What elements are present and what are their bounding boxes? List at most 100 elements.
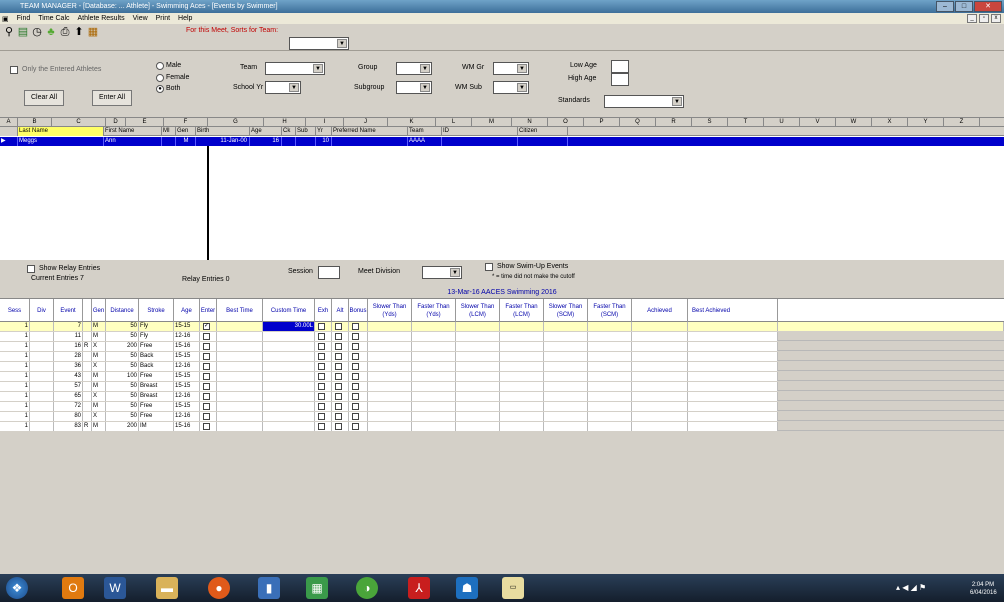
checkbox[interactable] — [335, 393, 342, 400]
cell-faster-scm[interactable] — [588, 352, 632, 361]
start-button-icon[interactable]: ❖ — [6, 577, 28, 599]
cell-gen[interactable]: M — [92, 422, 106, 431]
cell-stroke[interactable]: Breast — [139, 382, 174, 391]
cell-enter[interactable] — [200, 402, 217, 411]
cell-faster-yds[interactable] — [412, 342, 456, 351]
column-letter[interactable]: S — [692, 118, 728, 127]
cell-age[interactable]: 12-16 — [174, 332, 200, 341]
app-icon[interactable]: ▮ — [258, 577, 280, 599]
cell-best-time[interactable] — [217, 392, 263, 401]
cell-slower-scm[interactable] — [544, 322, 588, 331]
cell-slower-yds[interactable] — [368, 362, 412, 371]
header-enter[interactable]: Enter — [200, 299, 217, 322]
cell-best-achieved[interactable] — [688, 392, 778, 401]
cell-faster-yds[interactable] — [412, 322, 456, 331]
school-yr-select[interactable]: ▼ — [265, 81, 301, 94]
header-last-name[interactable]: Last Name — [18, 127, 104, 136]
cell-best-time[interactable] — [217, 372, 263, 381]
low-age-input[interactable] — [611, 60, 629, 73]
cell-faster-yds[interactable] — [412, 402, 456, 411]
cell-slower-scm[interactable] — [544, 392, 588, 401]
event-row[interactable]: 1 16 R X 200 Free 15-16 — [0, 342, 1004, 351]
cell-age[interactable]: 16 — [250, 137, 282, 146]
cell-sess[interactable]: 1 — [0, 412, 30, 421]
column-letter[interactable]: L — [436, 118, 472, 127]
cell-best-achieved[interactable] — [688, 382, 778, 391]
checkbox[interactable] — [318, 413, 325, 420]
high-age-input[interactable] — [611, 73, 629, 86]
cell-best-achieved[interactable] — [688, 322, 778, 331]
checkbox[interactable] — [203, 403, 210, 410]
cell-alt[interactable] — [332, 382, 349, 391]
checkbox[interactable] — [352, 403, 359, 410]
menu-find[interactable]: Find — [17, 15, 31, 22]
cell-slower-scm[interactable] — [544, 332, 588, 341]
cell-faster-scm[interactable] — [588, 362, 632, 371]
cell-team[interactable]: AAAA — [408, 137, 442, 146]
cell-alt[interactable] — [332, 412, 349, 421]
cell-slower-lcm[interactable] — [456, 332, 500, 341]
cell-div[interactable] — [30, 412, 54, 421]
up-arrow-icon[interactable]: ⬆ — [73, 26, 85, 38]
header-slower-yds[interactable]: Slower Than (Yds) — [368, 299, 412, 322]
checkbox[interactable] — [318, 423, 325, 430]
cell-slower-lcm[interactable] — [456, 342, 500, 351]
header-best-time[interactable]: Best Time — [217, 299, 263, 322]
cell-alt[interactable] — [332, 402, 349, 411]
cell-relay-flag[interactable] — [83, 382, 92, 391]
cell-slower-scm[interactable] — [544, 412, 588, 421]
cell-custom-time[interactable] — [263, 422, 315, 431]
cell-relay-flag[interactable] — [83, 322, 92, 331]
cell-faster-scm[interactable] — [588, 322, 632, 331]
checkbox[interactable] — [318, 323, 325, 330]
cell-bonus[interactable] — [349, 332, 368, 341]
subgroup-select[interactable]: ▼ — [396, 81, 432, 94]
cell-slower-yds[interactable] — [368, 372, 412, 381]
checkbox[interactable] — [318, 353, 325, 360]
cell-distance[interactable]: 50 — [106, 382, 139, 391]
cell-stroke[interactable]: Free — [139, 412, 174, 421]
cell-alt[interactable] — [332, 352, 349, 361]
cell-sess[interactable]: 1 — [0, 332, 30, 341]
cell-achieved[interactable] — [632, 392, 688, 401]
cell-gen[interactable]: M — [92, 322, 106, 331]
cell-age[interactable]: 15-15 — [174, 382, 200, 391]
checkbox[interactable] — [352, 333, 359, 340]
checkbox[interactable] — [352, 393, 359, 400]
cell-slower-scm[interactable] — [544, 422, 588, 431]
cell-faster-yds[interactable] — [412, 352, 456, 361]
team-manager-window-icon[interactable]: ▭ — [502, 577, 524, 599]
cell-sess[interactable]: 1 — [0, 392, 30, 401]
cell-distance[interactable]: 50 — [106, 352, 139, 361]
cell-faster-scm[interactable] — [588, 402, 632, 411]
cell-citizen[interactable] — [518, 137, 568, 146]
cell-slower-yds[interactable] — [368, 322, 412, 331]
cell-bonus[interactable] — [349, 392, 368, 401]
header-sub[interactable]: Sub — [296, 127, 316, 136]
cell-enter[interactable] — [200, 352, 217, 361]
cell-div[interactable] — [30, 402, 54, 411]
cell-relay-flag[interactable]: R — [83, 422, 92, 431]
cell-faster-scm[interactable] — [588, 422, 632, 431]
cell-alt[interactable] — [332, 422, 349, 431]
column-letter[interactable]: J — [344, 118, 388, 127]
cell-faster-lcm[interactable] — [500, 342, 544, 351]
cell-div[interactable] — [30, 372, 54, 381]
column-letter[interactable]: T — [728, 118, 764, 127]
column-letter[interactable]: G — [208, 118, 264, 127]
checkbox[interactable] — [335, 383, 342, 390]
cell-event[interactable]: 7 — [54, 322, 83, 331]
cell-achieved[interactable] — [632, 412, 688, 421]
cell-distance[interactable]: 50 — [106, 392, 139, 401]
cell-enter[interactable]: ✓ — [200, 322, 217, 331]
event-row[interactable]: 1 65 X 50 Breast 12-16 — [0, 392, 1004, 401]
checkbox[interactable] — [203, 413, 210, 420]
firefox-icon[interactable]: ● — [208, 577, 230, 599]
header-slower-scm[interactable]: Slower Than (SCM) — [544, 299, 588, 322]
checkbox[interactable] — [318, 333, 325, 340]
cell-age[interactable]: 12-16 — [174, 412, 200, 421]
cell-faster-yds[interactable] — [412, 422, 456, 431]
cell-stroke[interactable]: Fly — [139, 322, 174, 331]
cell-slower-yds[interactable] — [368, 422, 412, 431]
cell-div[interactable] — [30, 342, 54, 351]
